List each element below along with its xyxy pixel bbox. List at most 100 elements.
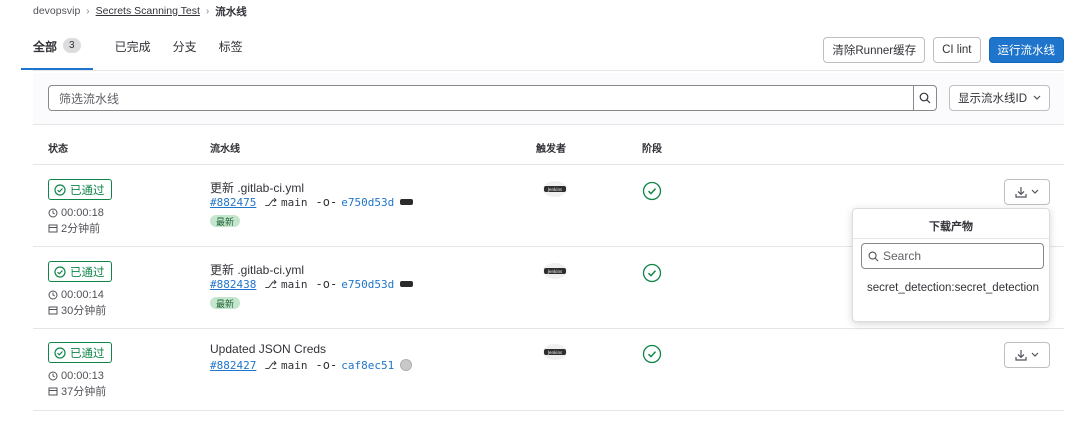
pipeline-info: #882427 ⎇ main -o- caf8ec51: [210, 358, 413, 372]
finished-time: 30分钟前: [48, 302, 106, 318]
avatar[interactable]: Jenkins: [543, 263, 567, 279]
chevron-down-icon: [1031, 352, 1039, 357]
clock-icon: [48, 290, 58, 300]
dropdown-divider: [853, 238, 1049, 239]
filter-pipelines-input[interactable]: 筛选流水线: [48, 85, 930, 111]
download-artifacts-button[interactable]: [1004, 179, 1050, 205]
duration-value: 00:00:18: [61, 207, 104, 219]
check-circle-icon: [54, 346, 66, 359]
finished-time: 37分钟前: [48, 383, 106, 399]
branch-name[interactable]: main: [281, 196, 308, 209]
branch-icon: ⎇: [264, 195, 278, 209]
chevron-down-icon: [1031, 189, 1039, 194]
check-circle-icon: [54, 183, 66, 196]
status-label: 已通过: [70, 266, 105, 279]
filter-search-button[interactable]: [913, 85, 937, 111]
finished-time: 2分钟前: [48, 220, 100, 236]
download-icon: [1015, 187, 1027, 198]
trigger-avatar-text: Jenkins: [547, 349, 563, 355]
row-divider: [33, 328, 1064, 329]
column-header-triggerer: 触发者: [536, 144, 566, 155]
calendar-icon: [48, 306, 58, 315]
column-header-stages: 阶段: [642, 144, 662, 155]
commit-icon: -o-: [315, 277, 338, 291]
pipeline-id-link[interactable]: #882427: [210, 359, 256, 372]
page-actions: 清除Runner缓存 CI lint 运行流水线: [823, 37, 1064, 63]
check-circle-icon[interactable]: [642, 344, 662, 364]
clear-runner-cache-button[interactable]: 清除Runner缓存: [823, 37, 926, 63]
chevron-right-icon: ›: [86, 5, 90, 17]
commit-title[interactable]: 更新 .gitlab-ci.yml: [210, 261, 304, 278]
search-icon: [919, 92, 931, 104]
tab-finished[interactable]: 已完成: [115, 36, 151, 70]
duration: 00:00:18: [48, 207, 104, 219]
latest-badge: 最新: [210, 297, 241, 309]
sort-dropdown[interactable]: 显示流水线ID: [949, 85, 1050, 111]
calendar-icon: [48, 224, 58, 233]
pipeline-info: #882438 ⎇ main -o- e750d53d: [210, 277, 414, 291]
branch-name[interactable]: main: [281, 359, 308, 372]
download-artifacts-button[interactable]: [1004, 342, 1050, 368]
check-circle-icon[interactable]: [642, 263, 662, 283]
latest-badge: 最新: [210, 215, 241, 227]
tab-all-count: 3: [63, 38, 81, 53]
avatar[interactable]: [400, 359, 413, 371]
artifacts-search-placeholder: Search: [883, 249, 922, 263]
status-label: 已通过: [70, 347, 105, 360]
commit-sha-link[interactable]: e750d53d: [341, 196, 394, 209]
pipeline-id-link[interactable]: #882475: [210, 196, 256, 209]
branch-icon: ⎇: [264, 277, 278, 291]
ci-lint-button[interactable]: CI lint: [933, 37, 981, 63]
tab-branches-label: 分支: [172, 40, 197, 54]
clock-icon: [48, 371, 58, 381]
avatar[interactable]: Jenkins: [543, 344, 567, 360]
branch-icon: ⎇: [264, 358, 278, 372]
commit-sha-link[interactable]: e750d53d: [341, 278, 394, 291]
tab-tags-label: 标签: [218, 40, 243, 54]
status-badge[interactable]: 已通过: [48, 261, 112, 282]
download-icon: [1015, 350, 1027, 361]
status-badge[interactable]: 已通过: [48, 342, 112, 363]
trigger-avatar-text: Jenkins: [547, 186, 563, 192]
filter-bar: 筛选流水线 显示流水线ID: [33, 73, 1064, 125]
tab-branches[interactable]: 分支: [173, 36, 197, 70]
duration: 00:00:13: [48, 370, 104, 382]
finished-time-value: 30分钟前: [61, 305, 107, 317]
duration: 00:00:14: [48, 289, 104, 301]
avatar[interactable]: [400, 199, 414, 205]
check-circle-icon[interactable]: [642, 181, 662, 201]
breadcrumb-group[interactable]: devopsvip: [33, 5, 80, 17]
artifacts-search-input[interactable]: Search: [861, 243, 1044, 269]
sort-dropdown-label: 显示流水线ID: [958, 93, 1027, 105]
pipeline-tabs: 全部 3 已完成 分支 标签: [21, 36, 265, 70]
header-divider: [33, 164, 1064, 165]
clock-icon: [48, 208, 58, 218]
artifacts-dropdown-title: 下载产物: [929, 221, 973, 233]
pipeline-id-link[interactable]: #882438: [210, 278, 256, 291]
status-label: 已通过: [70, 184, 105, 197]
search-icon: [868, 251, 879, 261]
avatar[interactable]: Jenkins: [543, 181, 567, 197]
tab-tags[interactable]: 标签: [219, 36, 243, 70]
breadcrumb-project[interactable]: Secrets Scanning Test: [96, 5, 200, 17]
tab-all-label: 全部: [33, 40, 58, 54]
breadcrumb: devopsvip › Secrets Scanning Test › 流水线: [33, 4, 247, 18]
row-divider: [33, 410, 1064, 411]
breadcrumb-current: 流水线: [215, 5, 247, 18]
commit-icon: -o-: [315, 358, 338, 372]
branch-name[interactable]: main: [281, 278, 308, 291]
status-badge[interactable]: 已通过: [48, 179, 112, 200]
commit-title[interactable]: 更新 .gitlab-ci.yml: [210, 179, 304, 196]
artifacts-dropdown: 下载产物 Search secret_detection:secret_dete…: [852, 208, 1050, 322]
artifact-item[interactable]: secret_detection:secret_detection: [867, 282, 1043, 295]
commit-title[interactable]: Updated JSON Creds: [210, 342, 326, 356]
trigger-avatar-text: Jenkins: [547, 268, 563, 274]
tab-all[interactable]: 全部 3: [21, 36, 93, 70]
avatar[interactable]: [400, 281, 414, 287]
finished-time-value: 2分钟前: [61, 223, 101, 235]
run-pipeline-button[interactable]: 运行流水线: [988, 37, 1064, 63]
calendar-icon: [48, 387, 58, 396]
chevron-down-icon: [1033, 95, 1041, 100]
commit-sha-link[interactable]: caf8ec51: [341, 359, 394, 372]
check-circle-icon: [54, 265, 66, 278]
